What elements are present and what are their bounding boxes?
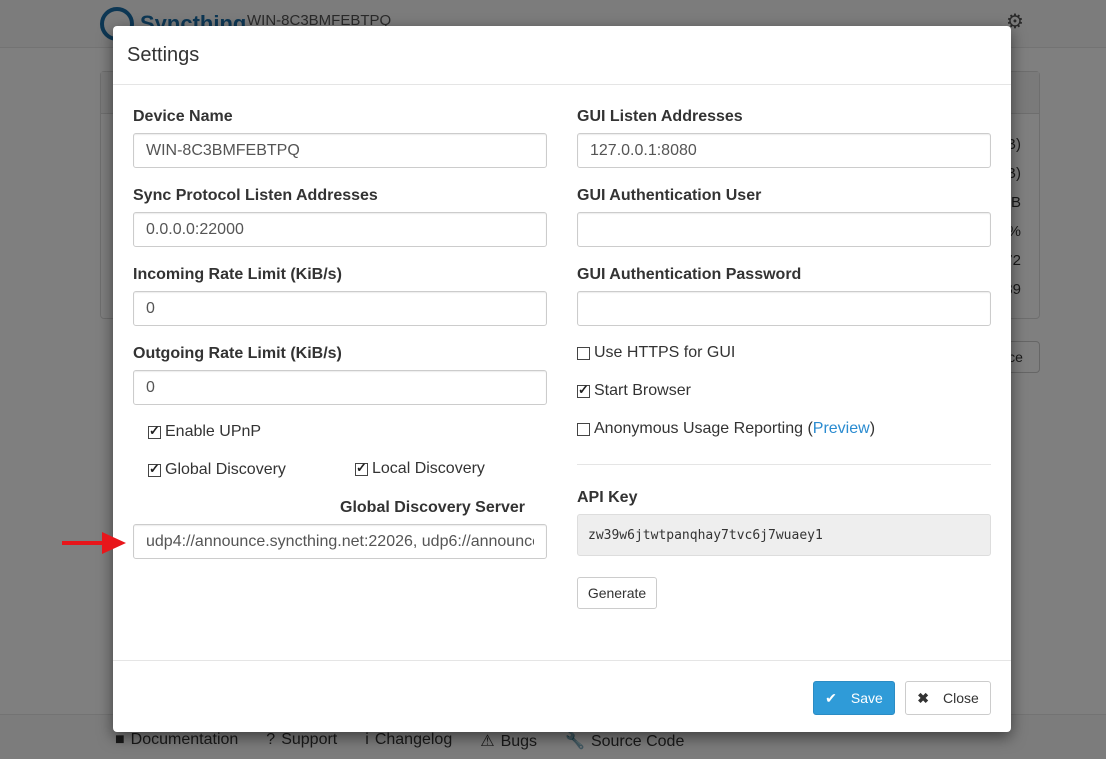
checkbox-box[interactable] [148, 423, 161, 439]
generate-button[interactable]: Generate [577, 577, 657, 609]
start-browser-label: Start Browser [594, 382, 691, 399]
modal-footer: ✔ Save ✖ Close [113, 660, 1011, 732]
red-arrow-annotation-icon [62, 532, 126, 554]
gui-password-input[interactable] [577, 291, 991, 326]
api-key-value[interactable]: zw39w6jtwtpanqhay7tvc6j7wuaey1 [577, 514, 991, 556]
close-icon: ✖ [917, 689, 929, 706]
start-browser-checkbox[interactable]: Start Browser [577, 382, 691, 400]
local-discovery-label: Local Discovery [372, 460, 485, 477]
gui-listen-label: GUI Listen Addresses [577, 108, 743, 125]
usage-reporting-suffix: ) [869, 420, 876, 437]
gui-user-label: GUI Authentication User [577, 187, 762, 204]
usage-reporting-checkbox[interactable]: Anonymous Usage Reporting (Preview) [577, 420, 875, 438]
outgoing-rate-input[interactable] [133, 370, 547, 405]
discovery-server-input[interactable] [133, 524, 547, 559]
device-name-label: Device Name [133, 108, 233, 125]
preview-link[interactable]: Preview [813, 420, 870, 438]
local-discovery-checkbox[interactable]: Local Discovery [355, 460, 485, 478]
incoming-rate-label: Incoming Rate Limit (KiB/s) [133, 266, 342, 283]
settings-modal: Settings Device Name Sync Protocol Liste… [113, 26, 1011, 732]
close-button[interactable]: ✖ Close [905, 681, 991, 715]
close-label: Close [942, 690, 979, 706]
outgoing-rate-label: Outgoing Rate Limit (KiB/s) [133, 345, 342, 362]
usage-reporting-label: Anonymous Usage Reporting ( [594, 420, 813, 437]
use-https-checkbox[interactable]: Use HTTPS for GUI [577, 344, 735, 362]
gui-password-label: GUI Authentication Password [577, 266, 802, 283]
save-button[interactable]: ✔ Save [813, 681, 895, 715]
use-https-label: Use HTTPS for GUI [594, 344, 736, 361]
checkbox-box[interactable] [577, 382, 590, 398]
save-label: Save [850, 690, 883, 706]
checkbox-box[interactable] [577, 346, 590, 360]
discovery-server-label: Global Discovery Server [340, 499, 525, 516]
sync-listen-label: Sync Protocol Listen Addresses [133, 187, 378, 204]
device-name-input[interactable] [133, 133, 547, 168]
sync-listen-input[interactable] [133, 212, 547, 247]
gui-listen-input[interactable] [577, 133, 991, 168]
gui-user-input[interactable] [577, 212, 991, 247]
check-icon: ✔ [825, 689, 837, 706]
divider [577, 464, 991, 465]
api-key-label: API Key [577, 489, 638, 506]
enable-upnp-checkbox[interactable]: Enable UPnP [148, 423, 261, 441]
incoming-rate-input[interactable] [133, 291, 547, 326]
enable-upnp-label: Enable UPnP [165, 423, 262, 440]
modal-title: Settings [127, 44, 200, 66]
modal-header: Settings [113, 26, 1011, 85]
global-discovery-label: Global Discovery [165, 461, 286, 478]
checkbox-box[interactable] [148, 461, 161, 477]
global-discovery-checkbox[interactable]: Global Discovery [148, 461, 286, 479]
checkbox-box[interactable] [355, 460, 368, 476]
checkbox-box[interactable] [577, 422, 590, 436]
